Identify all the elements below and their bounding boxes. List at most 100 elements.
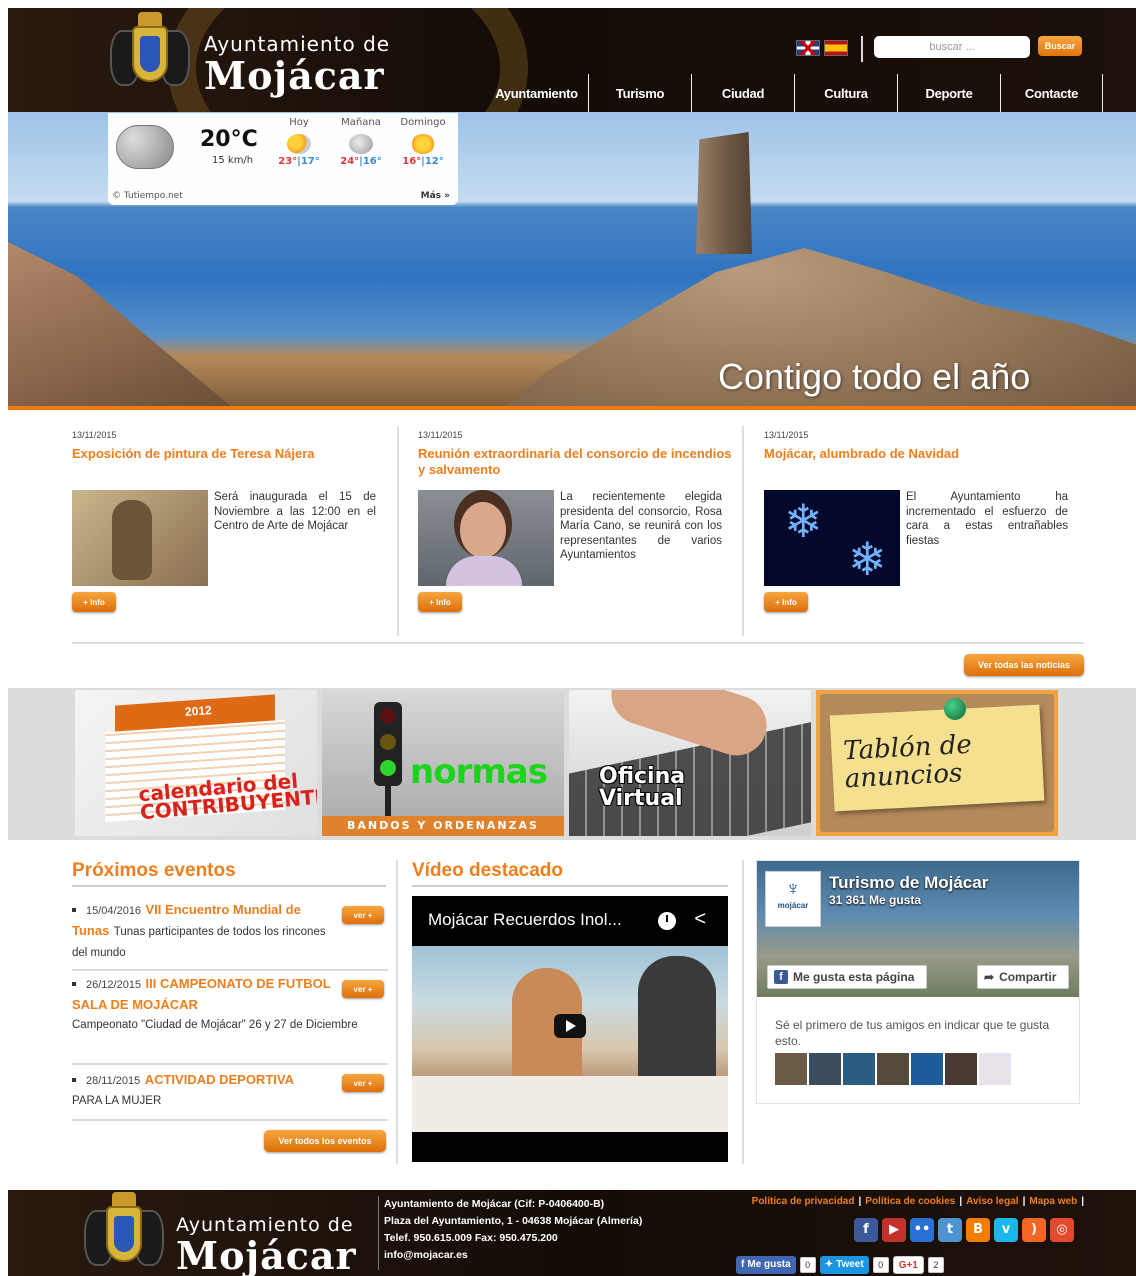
facebook-like-button[interactable]: f Me gusta esta página xyxy=(767,965,927,989)
tweet-button[interactable]: ✦ Tweet xyxy=(819,1256,869,1274)
site-footer: Ayuntamiento de Mojácar Ayuntamiento de … xyxy=(8,1190,1136,1276)
footer-logo[interactable]: Ayuntamiento de Mojácar xyxy=(176,1214,357,1276)
social-icons: f ▶ •• t B v ) ◎ xyxy=(854,1218,1074,1242)
video-thumbnail[interactable] xyxy=(412,946,728,1132)
coat-of-arms-logo[interactable] xyxy=(84,1192,164,1276)
partly-cloudy-icon xyxy=(287,134,311,154)
bullet-icon xyxy=(72,1077,76,1082)
news-summary: Será inaugurada el 15 de Noviembre a las… xyxy=(214,491,376,532)
nav-item-contacte[interactable]: Contacte xyxy=(1000,74,1103,112)
fan-avatar[interactable] xyxy=(877,1053,909,1085)
cookies-link[interactable]: Política de cookies xyxy=(865,1196,955,1207)
sitemap-link[interactable]: Mapa web xyxy=(1029,1196,1077,1207)
coat-of-arms-logo[interactable] xyxy=(110,12,190,100)
fb-like-button[interactable]: f Me gusta xyxy=(736,1256,796,1274)
email-link[interactable]: info@mojacar.es xyxy=(384,1247,642,1264)
fan-avatar[interactable] xyxy=(843,1053,875,1085)
blogger-icon[interactable]: B xyxy=(966,1218,990,1242)
calendar-year: 2012 xyxy=(184,703,213,719)
fan-avatar[interactable] xyxy=(809,1053,841,1085)
watch-later-icon[interactable] xyxy=(658,912,676,930)
weather-day: Hoy 23°|17° xyxy=(272,117,326,167)
flickr-icon[interactable]: •• xyxy=(910,1218,934,1242)
nav-item-cultura[interactable]: Cultura xyxy=(794,74,897,112)
weather-widget: 20°C 15 km/h Hoy 23°|17° Mañana 24°|16° … xyxy=(108,113,458,205)
all-events-button[interactable]: Ver todos los eventos xyxy=(264,1130,386,1152)
play-button-icon[interactable] xyxy=(554,1014,586,1038)
news-info-button[interactable]: + Info xyxy=(72,592,116,612)
all-news-button[interactable]: Ver todas las noticias xyxy=(964,654,1084,676)
facebook-icon[interactable]: f xyxy=(854,1218,878,1242)
banner-tablon[interactable]: Tablón de anuncios xyxy=(816,690,1058,836)
fan-avatar[interactable] xyxy=(945,1053,977,1085)
column-divider xyxy=(742,860,744,1164)
event-more-button[interactable]: ver + xyxy=(342,906,384,924)
event-rule xyxy=(72,969,388,971)
fan-avatar[interactable] xyxy=(775,1053,807,1085)
news-image[interactable]: ❄ ❄ xyxy=(764,490,900,586)
fan-avatar[interactable] xyxy=(979,1053,1011,1085)
banner-normas[interactable]: normas BANDOS Y ORDENANZAS xyxy=(322,690,564,836)
other-icon[interactable]: ◎ xyxy=(1050,1218,1074,1242)
gplus-count: 2 xyxy=(927,1257,944,1273)
video-title[interactable]: Mojácar Recuerdos Inol... xyxy=(412,896,728,946)
news-date: 13/11/2015 xyxy=(418,430,463,440)
tuenti-icon[interactable]: t xyxy=(938,1218,962,1242)
event-desc: Campeonato "Ciudad de Mojácar" 26 y 27 d… xyxy=(72,1019,358,1031)
video-player[interactable]: Mojácar Recuerdos Inol... < xyxy=(412,896,728,1162)
facebook-like-label: Me gusta esta página xyxy=(793,970,915,984)
event-item: 15/04/2016 VII Encuentro Mundial de Tuna… xyxy=(72,900,386,963)
weather-day: Mañana 24°|16° xyxy=(334,117,388,167)
header-separator xyxy=(861,36,863,62)
column-divider xyxy=(396,860,398,1164)
flag-spain-icon[interactable] xyxy=(824,40,848,56)
news-image[interactable] xyxy=(418,490,554,586)
weather-temperature: 20°C xyxy=(200,127,258,152)
nav-item-turismo[interactable]: Turismo xyxy=(588,74,691,112)
search-input[interactable] xyxy=(874,36,1030,58)
facebook-share-button[interactable]: ➦ Compartir xyxy=(977,965,1069,989)
weather-credit-link[interactable]: © Tutiempo.net xyxy=(112,191,183,201)
rss-icon[interactable]: ) xyxy=(1022,1218,1046,1242)
normas-subtitle: BANDOS Y ORDENANZAS xyxy=(322,816,564,836)
nav-item-ciudad[interactable]: Ciudad xyxy=(691,74,794,112)
site-logo[interactable]: Ayuntamiento de Mojácar xyxy=(204,32,390,96)
oficina-label-line2: Virtual xyxy=(599,786,683,811)
figure-icon: ♆ xyxy=(785,878,801,900)
news-title-link[interactable]: Reunión extraordinaria del consorcio de … xyxy=(418,446,736,480)
gplus-button[interactable]: G+1 xyxy=(892,1256,924,1274)
news-info-button[interactable]: + Info xyxy=(764,592,808,612)
news-title-link[interactable]: Mojácar, alumbrado de Navidad xyxy=(764,446,1082,480)
legal-notice-link[interactable]: Aviso legal xyxy=(966,1196,1018,1207)
event-rule xyxy=(72,1063,388,1065)
share-icon[interactable]: < xyxy=(694,908,706,931)
traffic-light-pole xyxy=(385,786,391,816)
banner-calendario[interactable]: 2012 calendario del CONTRIBUYENTE xyxy=(75,690,317,836)
event-more-button[interactable]: ver + xyxy=(342,1074,384,1092)
event-date: 26/12/2015 xyxy=(86,979,142,991)
news-info-button[interactable]: + Info xyxy=(418,592,462,612)
news-date: 13/11/2015 xyxy=(764,430,809,440)
facebook-fan-faces xyxy=(775,1053,1011,1085)
weather-more-link[interactable]: Más » xyxy=(421,191,450,201)
flag-uk-icon[interactable] xyxy=(796,40,820,56)
search-button[interactable]: Buscar xyxy=(1038,36,1082,56)
nav-item-deporte[interactable]: Deporte xyxy=(897,74,1000,112)
news-section: 13/11/2015 Exposición de pintura de Tere… xyxy=(72,426,1084,636)
news-title-link[interactable]: Exposición de pintura de Teresa Nájera xyxy=(72,446,390,480)
banner-oficina-virtual[interactable]: Oficina Virtual xyxy=(569,690,811,836)
news-image[interactable] xyxy=(72,490,208,586)
vimeo-icon[interactable]: v xyxy=(994,1218,1018,1242)
facebook-page-name[interactable]: Turismo de Mojácar xyxy=(829,873,988,893)
youtube-icon[interactable]: ▶ xyxy=(882,1218,906,1242)
logo-line-big: Mojácar xyxy=(176,1233,357,1276)
privacy-link[interactable]: Política de privacidad xyxy=(752,1196,855,1207)
nav-item-ayuntamiento[interactable]: Ayuntamiento xyxy=(485,74,588,112)
news-item: 13/11/2015 Mojácar, alumbrado de Navidad… xyxy=(764,426,1082,636)
event-more-button[interactable]: ver + xyxy=(342,980,384,998)
event-title-link[interactable]: ACTIVIDAD DEPORTIVA xyxy=(145,1072,294,1087)
facebook-page-logo[interactable]: ♆ mojácar xyxy=(765,871,821,927)
events-heading: Próximos eventos xyxy=(72,860,236,881)
fan-avatar[interactable] xyxy=(911,1053,943,1085)
event-rule xyxy=(72,1119,388,1121)
